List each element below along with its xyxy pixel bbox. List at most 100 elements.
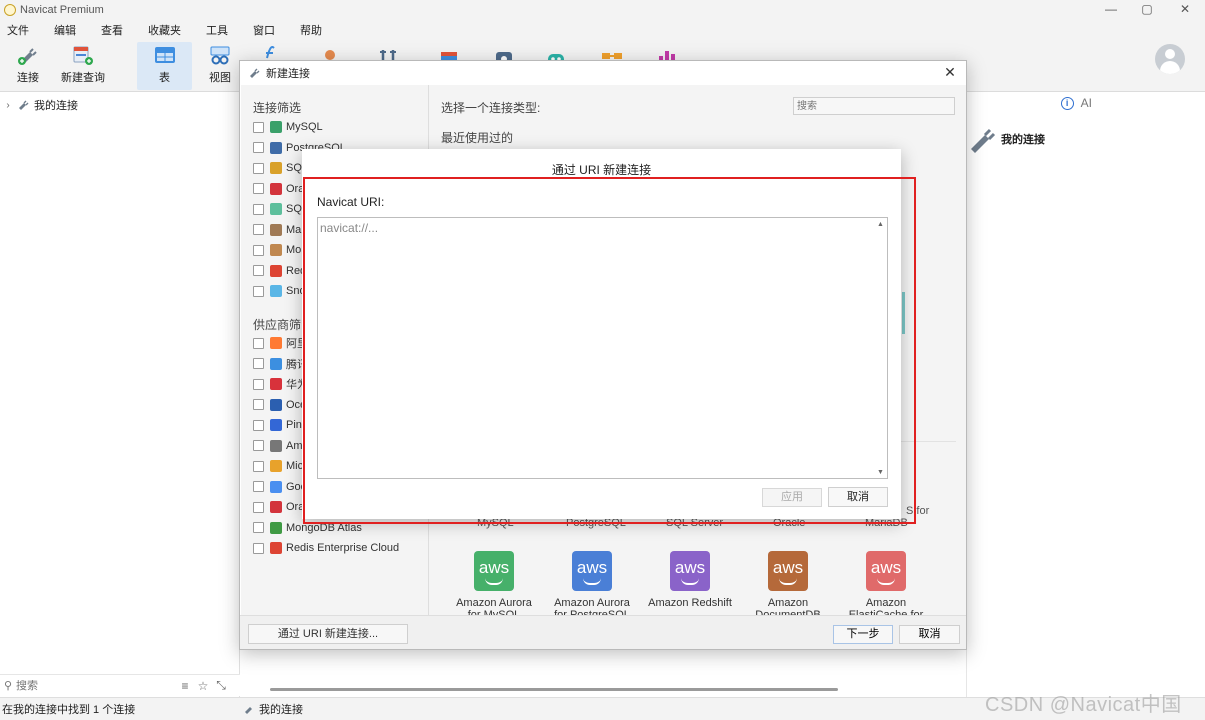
status-connection-label: 我的连接 — [259, 704, 303, 716]
window-titlebar: Navicat Premium — ▢ ✕ — [0, 0, 1205, 20]
chevron-right-icon[interactable]: › — [2, 100, 14, 111]
filter-item[interactable]: Mar — [253, 222, 305, 238]
database-type-icon — [270, 460, 282, 472]
table-label: 表 — [159, 72, 170, 84]
info-icon[interactable]: i — [1060, 96, 1074, 110]
database-type-icon — [270, 378, 282, 390]
checkbox[interactable] — [253, 440, 264, 451]
filter-item[interactable]: 华为 — [253, 376, 308, 392]
checkbox[interactable] — [253, 224, 264, 235]
uri-cancel-button[interactable]: 取消 — [828, 487, 888, 507]
menu-file[interactable]: 文件 — [0, 22, 37, 38]
filter-item[interactable]: Redis Enterprise Cloud — [253, 540, 399, 556]
checkbox[interactable] — [253, 522, 264, 533]
filter-item[interactable]: Mic — [253, 458, 303, 474]
checkbox[interactable] — [253, 265, 264, 276]
connection-plug-icon — [971, 128, 996, 153]
database-type-icon — [270, 141, 282, 154]
apply-button[interactable]: 应用 — [762, 488, 822, 507]
new-connection-by-uri-button[interactable]: 通过 URI 新建连接... — [248, 624, 408, 644]
table-button[interactable]: 表 — [137, 42, 192, 90]
next-button[interactable]: 下一步 — [833, 625, 893, 644]
menu-tools[interactable]: 工具 — [199, 22, 236, 38]
menu-help[interactable]: 帮助 — [293, 22, 330, 38]
cancel-button[interactable]: 取消 — [899, 625, 960, 644]
checkbox[interactable] — [253, 399, 264, 410]
filter-item[interactable]: Oce — [253, 397, 306, 413]
user-avatar[interactable] — [1155, 44, 1185, 74]
connection-type-tile[interactable]: aws Amazon DocumentDB — [739, 551, 837, 615]
horizontal-scrollbar[interactable] — [270, 688, 838, 691]
checkbox[interactable] — [253, 203, 264, 215]
navigator-search-input[interactable] — [16, 679, 176, 692]
star-icon[interactable]: ☆ — [194, 679, 212, 693]
type-label-rds-for[interactable]: S for — [906, 505, 929, 517]
connection-type-tile[interactable]: aws Amazon Aurora for PostgreSQL — [543, 551, 641, 615]
checkbox[interactable] — [253, 121, 264, 133]
filter-item[interactable]: Ping — [253, 417, 308, 433]
filter-item[interactable]: 阿里 — [253, 335, 308, 351]
uri-input[interactable] — [317, 217, 888, 479]
filter-item[interactable]: MongoDB Atlas — [253, 520, 362, 536]
menu-view[interactable]: 查看 — [94, 22, 131, 38]
database-type-icon — [270, 223, 282, 236]
checkbox[interactable] — [253, 481, 264, 492]
filter-item[interactable]: Red — [253, 263, 306, 279]
scroll-down-icon[interactable]: ▼ — [877, 469, 884, 476]
collapse-icon[interactable]: ⤡ — [212, 678, 230, 693]
menu-edit[interactable]: 编辑 — [47, 22, 84, 38]
tile-label: Amazon Redshift — [648, 597, 732, 609]
connection-tile-my-connections[interactable]: 我的连接 — [967, 123, 1045, 155]
checkbox[interactable] — [253, 460, 264, 472]
filter-icon[interactable]: ≡ — [176, 679, 194, 693]
checkbox[interactable] — [253, 244, 264, 256]
tile-label: Amazon — [865, 597, 907, 609]
checkbox[interactable] — [253, 419, 264, 431]
filter-item[interactable]: 腾讯 — [253, 356, 308, 372]
filter-item[interactable]: Ora — [253, 499, 304, 515]
checkbox[interactable] — [253, 337, 264, 349]
ai-assistant-row[interactable]: i AI — [1060, 96, 1092, 110]
checkbox[interactable] — [253, 542, 264, 554]
close-window-button[interactable]: ✕ — [1167, 0, 1203, 20]
filter-item[interactable]: MySQL — [253, 119, 323, 135]
filter-item[interactable]: Goo — [253, 479, 307, 495]
filter-item[interactable]: SQL — [253, 201, 308, 217]
menu-window[interactable]: 窗口 — [246, 22, 283, 38]
new-query-button[interactable]: 新建查询 — [58, 42, 108, 90]
database-type-icon — [270, 357, 282, 370]
checkbox[interactable] — [253, 358, 264, 369]
connection-type-search-input[interactable] — [793, 97, 955, 115]
scroll-up-icon[interactable]: ▲ — [877, 221, 884, 228]
database-type-icon — [270, 398, 282, 411]
checkbox[interactable] — [253, 501, 264, 513]
connection-tile-label: 我的连接 — [1001, 134, 1045, 146]
aws-icon: aws — [768, 551, 808, 591]
checkbox[interactable] — [253, 378, 264, 390]
connection-type-tile[interactable]: aws Amazon Redshift — [641, 551, 739, 615]
filter-item[interactable]: Ora — [253, 181, 304, 197]
connect-button[interactable]: 连接 — [8, 42, 48, 90]
view-label: 视图 — [209, 72, 231, 84]
connection-plug-icon — [19, 100, 29, 110]
checkbox[interactable] — [253, 183, 264, 194]
menu-favorites[interactable]: 收藏夹 — [141, 22, 189, 38]
tree-item-my-connections[interactable]: › 我的连接 — [0, 95, 240, 115]
filter-item[interactable]: Ama — [253, 438, 309, 454]
minimize-button[interactable]: — — [1093, 0, 1129, 20]
connection-plug-icon — [250, 68, 260, 78]
connection-type-tile[interactable]: aws Amazon Aurora for MySQL — [445, 551, 543, 615]
filter-item[interactable]: SQL — [253, 160, 308, 176]
checkbox[interactable] — [253, 285, 264, 297]
checkbox[interactable] — [253, 142, 264, 153]
dialog-close-button[interactable]: ✕ — [941, 63, 959, 81]
filter-item[interactable]: Mor — [253, 242, 305, 258]
connection-type-tile[interactable]: aws Amazon ElastiCache for — [837, 551, 935, 615]
maximize-button[interactable]: ▢ — [1129, 0, 1165, 20]
status-current-connection: 我的连接 — [242, 701, 303, 717]
view-button[interactable]: 视图 — [200, 42, 240, 90]
new-query-icon — [71, 44, 95, 66]
filter-item[interactable]: Sno — [253, 283, 306, 299]
checkbox[interactable] — [253, 162, 264, 174]
database-type-icon — [270, 182, 282, 195]
